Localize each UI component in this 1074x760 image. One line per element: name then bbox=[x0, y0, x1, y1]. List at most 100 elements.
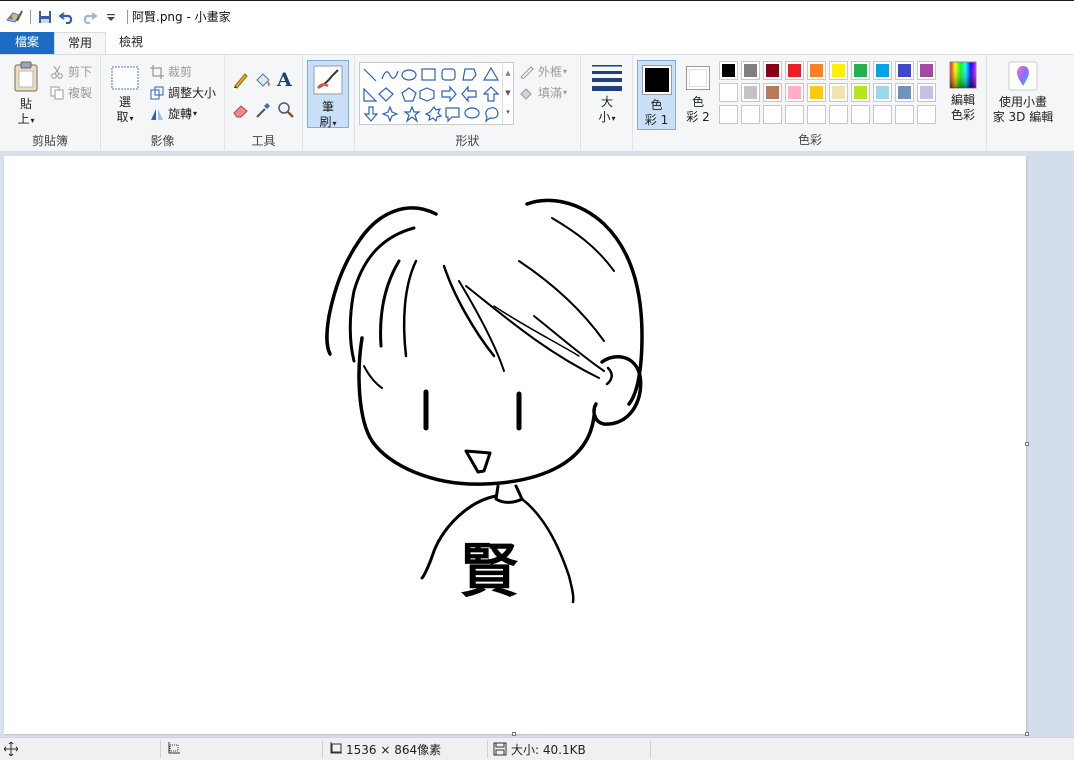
palette-color-swatch[interactable] bbox=[719, 61, 738, 80]
palette-color-swatch[interactable] bbox=[741, 105, 760, 124]
palette-color-swatch[interactable] bbox=[719, 105, 738, 124]
rotate-button[interactable]: 旋轉 ▾ bbox=[150, 105, 197, 122]
shapes-group-label: 形狀 bbox=[455, 134, 480, 148]
workspace: 賢 bbox=[0, 152, 1074, 737]
size-button[interactable]: 大 小▾ bbox=[586, 63, 628, 126]
palette-color-swatch[interactable] bbox=[829, 61, 848, 80]
tab-view[interactable]: 檢視 bbox=[110, 32, 152, 54]
palette-color-swatch[interactable] bbox=[763, 105, 782, 124]
palette-color-swatch[interactable] bbox=[895, 83, 914, 102]
edit-colors-label-bottom: 色彩 bbox=[950, 108, 975, 122]
size-label-bottom: 小 bbox=[598, 110, 611, 124]
palette-color-swatch[interactable] bbox=[873, 105, 892, 124]
palette-color-swatch[interactable] bbox=[851, 105, 870, 124]
crop-button[interactable]: 裁剪 bbox=[150, 63, 192, 80]
file-size-text: 大小: 40.1KB bbox=[511, 742, 586, 757]
palette-color-swatch[interactable] bbox=[851, 83, 870, 102]
resize-handle-right[interactable] bbox=[1025, 442, 1029, 446]
palette-color-swatch[interactable] bbox=[741, 61, 760, 80]
palette-color-fill bbox=[722, 64, 735, 77]
redo-icon[interactable] bbox=[79, 7, 99, 27]
magnifier-tool[interactable] bbox=[277, 101, 295, 119]
scroll-up-icon[interactable]: ▲ bbox=[503, 63, 513, 83]
palette-color-swatch[interactable] bbox=[829, 83, 848, 102]
copy-button[interactable]: 複製 bbox=[50, 84, 92, 101]
gallery-expand-icon[interactable]: ▾ bbox=[503, 103, 513, 121]
shapes-gallery-scroll[interactable]: ▲ ▼ ▾ bbox=[502, 63, 513, 124]
palette-color-swatch[interactable] bbox=[917, 83, 936, 102]
palette-color-swatch[interactable] bbox=[785, 61, 804, 80]
resize-label: 調整大小 bbox=[168, 86, 217, 100]
resize-button[interactable]: 調整大小 bbox=[150, 84, 216, 101]
quick-access-toolbar bbox=[4, 7, 132, 27]
palette-color-swatch[interactable] bbox=[873, 61, 892, 80]
edit-colors-label-top: 編輯 bbox=[950, 93, 975, 107]
palette-color-swatch[interactable] bbox=[741, 83, 760, 102]
palette-color-swatch[interactable] bbox=[873, 83, 892, 102]
outline-label: 外框 bbox=[538, 65, 563, 79]
palette-color-swatch[interactable] bbox=[763, 61, 782, 80]
palette-color-swatch[interactable] bbox=[917, 105, 936, 124]
hair-strand-10 bbox=[465, 285, 600, 379]
copy-label: 複製 bbox=[68, 86, 93, 100]
color-picker-tool[interactable] bbox=[254, 101, 272, 119]
palette-color-fill bbox=[788, 86, 801, 99]
palette-color-swatch[interactable] bbox=[785, 105, 804, 124]
save-icon[interactable] bbox=[35, 7, 55, 27]
palette-color-swatch[interactable] bbox=[785, 83, 804, 102]
cut-button[interactable]: 剪下 bbox=[50, 63, 92, 80]
head-outline bbox=[357, 336, 596, 486]
eraser-tool[interactable] bbox=[232, 101, 250, 119]
pencil-tool[interactable] bbox=[232, 71, 250, 89]
fill-tool[interactable] bbox=[254, 71, 272, 89]
customize-quick-access-icon[interactable] bbox=[101, 7, 121, 27]
line-size-icon bbox=[592, 65, 622, 91]
move-cursor-icon bbox=[4, 742, 18, 756]
palette-color-swatch[interactable] bbox=[895, 105, 914, 124]
edit-colors-button[interactable]: 編輯 色彩 bbox=[943, 61, 983, 123]
palette-color-swatch[interactable] bbox=[719, 83, 738, 102]
shapes-group: ▲ ▼ ▾ 外框 ▾ 填滿 ▾ 形狀 bbox=[355, 55, 581, 152]
fill-button[interactable]: 填滿 ▾ bbox=[519, 84, 567, 101]
shapes-gallery-icons bbox=[363, 66, 500, 123]
palette-color-swatch[interactable] bbox=[763, 83, 782, 102]
color1-button[interactable]: 色 彩 1 bbox=[637, 60, 676, 130]
palette-color-swatch[interactable] bbox=[895, 61, 914, 80]
resize-handle-bottom[interactable] bbox=[512, 732, 516, 736]
palette-color-swatch[interactable] bbox=[829, 105, 848, 124]
color2-button[interactable]: 色 彩 2 bbox=[680, 60, 716, 130]
clipboard-group: 貼 上▾ 剪下 複製 剪貼簿 bbox=[0, 55, 101, 152]
palette-color-fill bbox=[854, 64, 867, 77]
image-dimensions-text: 1536 × 864像素 bbox=[346, 742, 442, 757]
hair-strand-2 bbox=[379, 259, 401, 348]
undo-icon[interactable] bbox=[57, 7, 77, 27]
edit-with-paint3d-button[interactable]: 使用小畫 家 3D 編輯 bbox=[991, 61, 1055, 125]
tab-home[interactable]: 常用 bbox=[54, 32, 106, 54]
dropdown-arrow-icon: ▾ bbox=[129, 114, 134, 123]
drawing-canvas[interactable]: 賢 bbox=[4, 156, 1026, 734]
outline-button[interactable]: 外框 ▾ bbox=[519, 63, 567, 80]
palette-color-swatch[interactable] bbox=[807, 83, 826, 102]
shapes-gallery[interactable]: ▲ ▼ ▾ bbox=[359, 62, 514, 125]
brushes-label-bottom: 刷 bbox=[319, 115, 332, 129]
eyedropper-icon bbox=[256, 103, 270, 118]
paint-app-icon[interactable] bbox=[4, 7, 24, 27]
brushes-button[interactable]: 筆 刷▾ bbox=[307, 60, 349, 129]
palette-color-fill bbox=[876, 64, 889, 77]
tab-file[interactable]: 檔案 bbox=[0, 32, 54, 54]
palette-color-swatch[interactable] bbox=[851, 61, 870, 80]
status-separator bbox=[650, 740, 651, 758]
select-button[interactable]: 選 取▾ bbox=[107, 65, 143, 126]
color1-label-bottom: 彩 1 bbox=[644, 113, 669, 127]
palette-color-fill bbox=[810, 64, 823, 77]
scroll-down-icon[interactable]: ▼ bbox=[503, 83, 513, 103]
text-tool[interactable]: A bbox=[277, 69, 292, 91]
palette-color-swatch[interactable] bbox=[917, 61, 936, 80]
ribbon-tabs: 檔案 常用 檢視 bbox=[0, 32, 1074, 54]
eraser-icon bbox=[233, 105, 248, 118]
resize-handle-corner[interactable] bbox=[1025, 732, 1029, 736]
palette-color-swatch[interactable] bbox=[807, 61, 826, 80]
mouth bbox=[464, 449, 492, 474]
paste-button[interactable]: 貼 上▾ bbox=[8, 61, 44, 128]
palette-color-swatch[interactable] bbox=[807, 105, 826, 124]
